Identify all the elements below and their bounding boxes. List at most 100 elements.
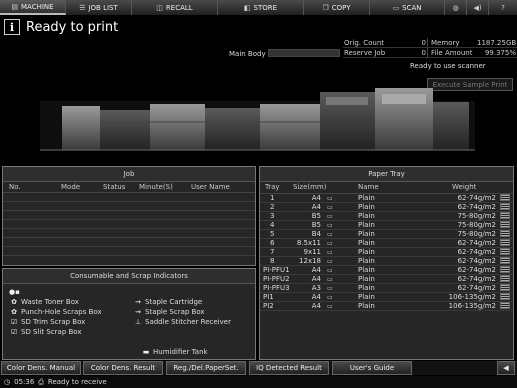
tray-row[interactable]: 8 12x18 ▭ Plain 62-74g/m2: [260, 257, 513, 266]
color-dens-result-button[interactable]: Color Dens. Result: [83, 361, 163, 375]
saddle-stitcher-icon: ⊥: [134, 318, 142, 326]
iq-detected-result-button[interactable]: IQ Detected Result: [249, 361, 329, 375]
paper-weight: 75-80g/m2: [457, 212, 496, 220]
tray-row[interactable]: 5 B4 ▭ Plain 75-80g/m2: [260, 230, 513, 239]
column-header: Status: [103, 183, 126, 191]
tab-label: MACHINE: [21, 2, 54, 11]
column-header: Mode: [61, 183, 81, 191]
job-table-header: No. Mode Status Minute(S) User Name: [3, 182, 255, 193]
staple-icon: ⇝: [135, 298, 141, 306]
tab-copy[interactable]: ❐ COPY: [304, 0, 370, 15]
tray-size: 8.5x11: [296, 239, 321, 247]
printer-icon: ▤: [11, 2, 19, 11]
consumable-label: Punch-Hole Scraps Box: [21, 308, 102, 316]
tray-size: A4: [311, 275, 321, 283]
table-row[interactable]: [3, 247, 255, 256]
paper-level-icon: [500, 266, 510, 273]
table-row[interactable]: [3, 220, 255, 229]
tray-row[interactable]: PI-PFU2 A4 ▭ Plain 62-74g/m2: [260, 275, 513, 284]
help-button[interactable]: ?: [489, 0, 517, 15]
tray-size: A4: [311, 293, 321, 301]
column-header: Weight: [452, 183, 477, 191]
paper-orientation-icon: ▭: [327, 285, 333, 292]
paper-level-icon: [500, 293, 510, 300]
tray-row[interactable]: PI-PFU1 A4 ▭ Plain 62-74g/m2: [260, 266, 513, 275]
tray-row[interactable]: 7 9x11 ▭ Plain 62-74g/m2: [260, 248, 513, 257]
speaker-button[interactable]: ◀): [467, 0, 489, 15]
table-row[interactable]: [3, 211, 255, 220]
consumable-label: Staple Scrap Box: [145, 308, 205, 316]
paper-weight: 75-80g/m2: [457, 221, 496, 229]
tab-machine[interactable]: ▤ MACHINE: [0, 0, 66, 15]
main-body-label: Main Body: [229, 50, 266, 58]
reg-del-paperset-button[interactable]: Reg./Del.PaperSet.: [166, 361, 246, 375]
paper-orientation-icon: ▭: [327, 222, 333, 229]
table-row[interactable]: [3, 238, 255, 247]
tab-recall[interactable]: ◫ RECALL: [132, 0, 218, 15]
consumable-item: ⇝ Staple Scrap Box: [133, 308, 205, 316]
tray-row[interactable]: 1 A4 ▭ Plain 62-74g/m2: [260, 194, 513, 203]
tray-row[interactable]: PI2 A4 ▭ Plain 106-135g/m2: [260, 302, 513, 311]
scroll-left-button[interactable]: ◀: [497, 361, 515, 375]
tab-scan[interactable]: ▭ SCAN: [370, 0, 445, 15]
paper-weight: 106-135g/m2: [448, 293, 496, 301]
color-dens-manual-button[interactable]: Color Dens. Manual: [1, 361, 81, 375]
consumable-label: Waste Toner Box: [21, 298, 79, 306]
column-header: Name: [358, 183, 379, 191]
paper-orientation-icon: ▭: [327, 267, 333, 274]
paper-orientation-icon: ▭: [327, 213, 333, 220]
column-header: No.: [9, 183, 21, 191]
tray-id: PI1: [263, 293, 274, 301]
tray-row[interactable]: 3 B5 ▭ Plain 75-80g/m2: [260, 212, 513, 221]
tab-job-list[interactable]: ☰ JOB LIST: [66, 0, 132, 15]
tab-label: COPY: [331, 3, 351, 12]
tab-label: RECALL: [165, 3, 193, 12]
staple-scrap-icon: ⇝: [135, 308, 141, 316]
table-row[interactable]: [3, 256, 255, 265]
globe-button[interactable]: ◍: [445, 0, 467, 15]
counter-table: Orig. Count 0 Memory 1187.25GB Reserve J…: [343, 38, 517, 59]
top-tab-bar: ▤ MACHINE ☰ JOB LIST ◫ RECALL ◧ STORE ❐ …: [0, 0, 517, 15]
tab-label: SCAN: [402, 3, 422, 12]
tray-row[interactable]: 2 A4 ▭ Plain 62-74g/m2: [260, 203, 513, 212]
consumable-label: SD Trim Scrap Box: [21, 318, 86, 326]
job-panel-title: Job: [3, 167, 255, 182]
tray-row[interactable]: 4 B5 ▭ Plain 75-80g/m2: [260, 221, 513, 230]
tab-store[interactable]: ◧ STORE: [218, 0, 304, 15]
paper-weight: 62-74g/m2: [457, 194, 496, 202]
punch-scraps-icon: ✿: [11, 308, 17, 316]
tray-row[interactable]: 6 8.5x11 ▭ Plain 62-74g/m2: [260, 239, 513, 248]
tray-id: 6: [270, 239, 275, 247]
paper-name: Plain: [358, 284, 375, 292]
trim-scrap-icon: ☑: [10, 318, 18, 326]
chevron-left-icon: ◀: [503, 364, 509, 372]
memory-label: Memory: [431, 39, 460, 47]
table-row[interactable]: [3, 193, 255, 202]
table-row[interactable]: [3, 229, 255, 238]
footer-status: Ready to receive: [47, 378, 107, 386]
reserve-job-label: Reserve Job: [344, 49, 386, 57]
consumable-item: ⊥ Saddle Stitcher Receiver: [133, 318, 231, 326]
paper-weight: 62-74g/m2: [457, 266, 496, 274]
paper-name: Plain: [358, 257, 375, 265]
column-header: Tray: [265, 183, 280, 191]
consumables-panel: Consumable and Scrap Indicators ●▪ ✿ Was…: [2, 268, 256, 360]
tray-size: A4: [311, 266, 321, 274]
store-icon: ◧: [243, 3, 251, 12]
paper-orientation-icon: ▭: [327, 231, 333, 238]
paper-level-icon: [500, 302, 510, 309]
waste-toner-icon: ✿: [11, 298, 17, 306]
tray-row[interactable]: PI1 A4 ▭ Plain 106-135g/m2: [260, 293, 513, 302]
tray-id: PI-PFU2: [263, 275, 290, 283]
tray-row[interactable]: PI-PFU3 A3 ▭ Plain 62-74g/m2: [260, 284, 513, 293]
tray-list: 1 A4 ▭ Plain 62-74g/m2 2 A4 ▭ Plain 62-74g/m2 3 B5 ▭…: [260, 194, 513, 311]
tray-size: B4: [311, 230, 321, 238]
paper-name: Plain: [358, 230, 375, 238]
paper-name: Plain: [358, 212, 375, 220]
consumable-item: ☑ SD Trim Scrap Box: [9, 318, 85, 326]
tray-size: 12x18: [299, 257, 321, 265]
tray-id: 1: [270, 194, 275, 202]
table-row[interactable]: [3, 202, 255, 211]
users-guide-button[interactable]: User's Guide: [332, 361, 412, 375]
paper-weight: 62-74g/m2: [457, 203, 496, 211]
